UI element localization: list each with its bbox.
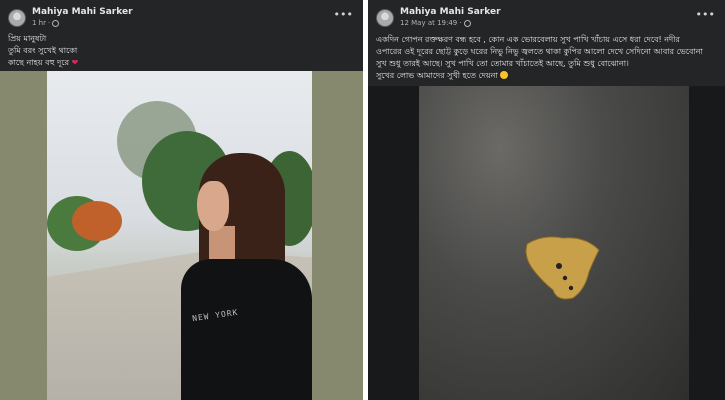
post-meta: 12 May at 19:49 · xyxy=(400,19,471,27)
post-time[interactable]: 1 hr xyxy=(32,19,46,27)
post-header: Mahiya Mahi Sarker 12 May at 19:49 · ••• xyxy=(368,0,725,30)
rock-texture xyxy=(419,86,689,400)
caption-line: কাছে নাহয় বহু দূরে ❤ xyxy=(8,58,79,67)
caption-line: সুখ শুধু তারই আছে। সুখ পাখি তো তোমার খাঁ… xyxy=(376,59,629,68)
more-options-icon[interactable]: ••• xyxy=(696,9,715,20)
post-time[interactable]: 12 May at 19:49 xyxy=(400,19,457,27)
person-shirt xyxy=(181,259,312,400)
post-photo[interactable] xyxy=(368,86,725,400)
post-card-left: Mahiya Mahi Sarker 1 hr · ••• প্রিয় মান… xyxy=(0,0,363,400)
heart-emoji: ❤ xyxy=(71,58,79,67)
post-meta: 1 hr · xyxy=(32,19,60,27)
sad-face-emoji xyxy=(500,71,509,79)
post-caption: একদিন গোপন রক্তক্ষরণ বন্ধ হবে , কোন এক ভ… xyxy=(376,34,716,82)
moth-icon xyxy=(525,236,600,300)
post-header: Mahiya Mahi Sarker 1 hr · ••• xyxy=(0,0,363,30)
post-caption: প্রিয় মানুষটা তুমি বরং সুখেই থাকো কাছে … xyxy=(8,33,78,69)
flower-tree xyxy=(72,201,122,241)
post-photo[interactable]: NEW YORK xyxy=(0,71,363,400)
caption-line: ওপারের ওই দূরের ছোট্ট কুড়ে ঘরের নিভু নি… xyxy=(376,47,703,56)
globe-icon xyxy=(52,19,60,27)
caption-line: একদিন গোপন রক্তক্ষরণ বন্ধ হবে , কোন এক ভ… xyxy=(376,35,680,44)
avatar[interactable] xyxy=(376,9,394,27)
avatar[interactable] xyxy=(8,9,26,27)
author-name[interactable]: Mahiya Mahi Sarker xyxy=(32,7,133,17)
caption-line: প্রিয় মানুষটা xyxy=(8,34,47,43)
globe-icon xyxy=(463,19,471,27)
caption-line: সুখের লোভ আমাদের সুখী হতে দেয়না xyxy=(376,70,716,82)
caption-line: তুমি বরং সুখেই থাকো xyxy=(8,46,78,55)
person-face xyxy=(197,181,229,231)
post-card-right: Mahiya Mahi Sarker 12 May at 19:49 · •••… xyxy=(368,0,725,400)
more-options-icon[interactable]: ••• xyxy=(334,9,353,20)
author-name[interactable]: Mahiya Mahi Sarker xyxy=(400,7,501,17)
